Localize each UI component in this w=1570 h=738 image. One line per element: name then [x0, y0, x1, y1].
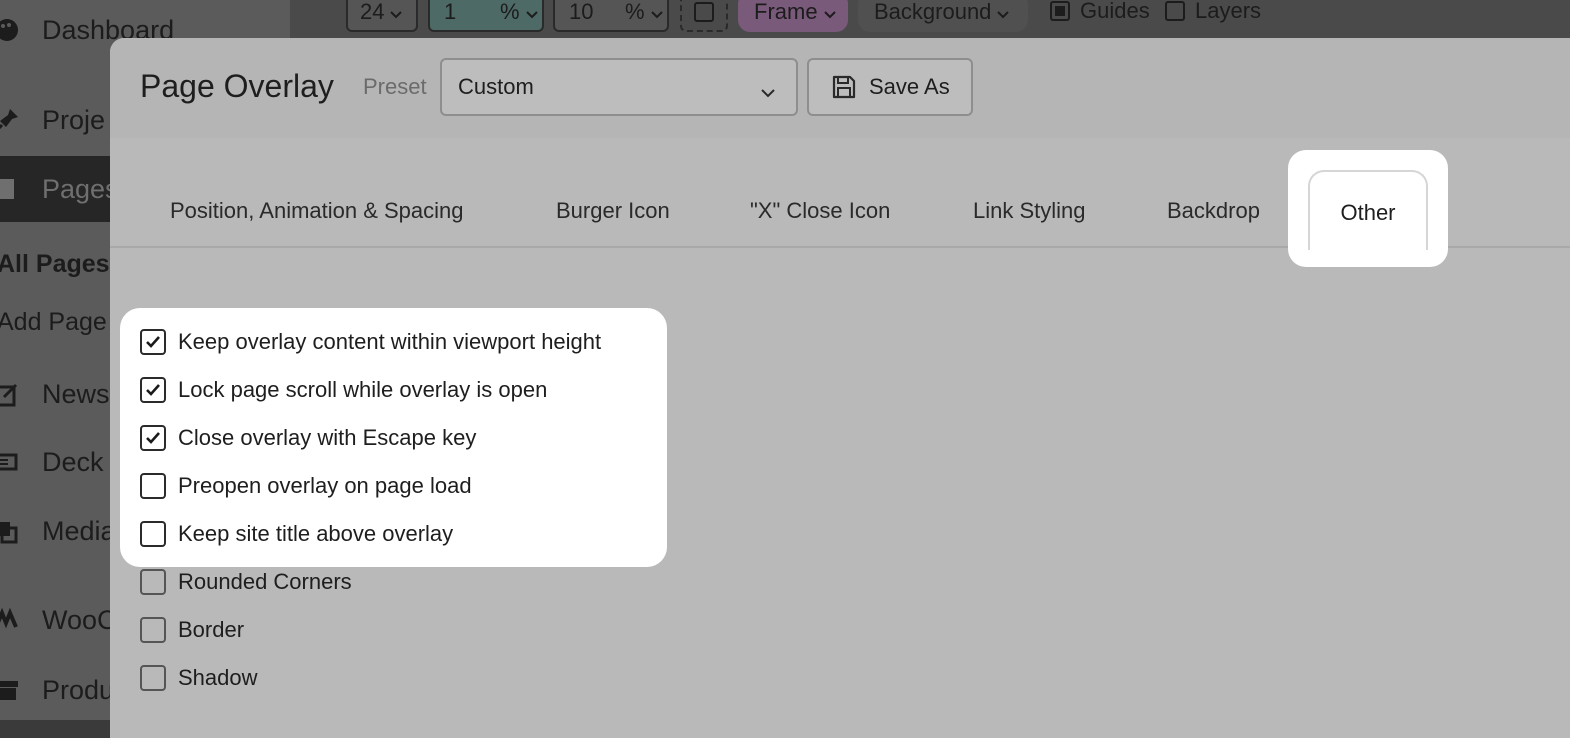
tab-bar: Position, Animation & Spacing Burger Ico…: [110, 138, 1570, 267]
preset-value: Custom: [458, 74, 534, 99]
chevron-down-icon: [760, 78, 776, 104]
archive-icon: [0, 675, 22, 705]
tab-link-styling[interactable]: Link Styling: [973, 198, 1086, 224]
value-input-2[interactable]: 10 %: [553, 0, 669, 32]
tab-other[interactable]: Other: [1308, 170, 1428, 250]
option-lock-scroll[interactable]: Lock page scroll while overlay is open: [140, 376, 547, 404]
save-icon: [831, 74, 857, 100]
background-label: Background: [874, 0, 992, 24]
chevron-down-icon: [997, 0, 1010, 25]
modal-title: Page Overlay: [140, 68, 334, 104]
option-label: Rounded Corners: [178, 569, 352, 594]
frame-label: Frame: [754, 0, 818, 24]
checkbox-icon: [1165, 1, 1185, 21]
size-select[interactable]: 24: [346, 0, 418, 32]
chevron-down-icon: [390, 0, 403, 25]
option-label: Lock page scroll while overlay is open: [178, 377, 548, 402]
option-rounded-corners[interactable]: Rounded Corners: [140, 568, 352, 596]
pin-icon: [0, 105, 22, 135]
checkbox-checked-icon[interactable]: [140, 329, 166, 355]
tab-backdrop[interactable]: Backdrop: [1167, 198, 1260, 224]
option-label: Border: [178, 617, 245, 642]
option-close-escape[interactable]: Close overlay with Escape key: [140, 424, 476, 452]
checkbox-icon[interactable]: [140, 521, 166, 547]
option-label: Preopen overlay on page load: [178, 473, 472, 498]
sidebar-item-label: WooC: [42, 604, 117, 635]
modal-header: Page Overlay Preset Custom Save As: [110, 38, 1570, 138]
option-label: Keep site title above overlay: [178, 521, 454, 546]
value-2: 10: [569, 0, 594, 24]
chevron-down-icon: [823, 0, 836, 25]
preset-select[interactable]: Custom: [440, 58, 798, 116]
value-1: 1: [444, 0, 457, 24]
option-border[interactable]: Border: [140, 616, 244, 644]
size-value: 24: [360, 0, 385, 24]
save-as-button[interactable]: Save As: [807, 58, 973, 116]
unit-1: %: [500, 0, 520, 24]
option-keep-within-viewport[interactable]: Keep overlay content within viewport hei…: [140, 328, 601, 356]
frame-select[interactable]: Frame: [738, 0, 848, 32]
media-icon: [0, 516, 22, 546]
sidebar-item-label: Pages: [42, 173, 119, 204]
option-label: Shadow: [178, 665, 258, 690]
checkbox-checked-icon[interactable]: [140, 377, 166, 403]
background-select[interactable]: Background: [858, 0, 1028, 32]
option-shadow[interactable]: Shadow: [140, 664, 258, 692]
checkbox-icon[interactable]: [140, 665, 166, 691]
checkbox-checked-icon[interactable]: [140, 425, 166, 451]
layers-toggle[interactable]: Layers: [1165, 0, 1262, 23]
palette-icon: [0, 15, 22, 45]
checkbox-icon[interactable]: [140, 473, 166, 499]
sidebar-item-label: Produ: [42, 674, 115, 705]
checkbox-checked-icon: [1050, 1, 1070, 21]
sidebar-subitem-all-pages[interactable]: All Pages: [0, 250, 110, 279]
sidebar-item-label: Media: [42, 515, 116, 546]
pages-icon: [0, 174, 22, 204]
edit-icon: [0, 379, 22, 409]
tab-position-animation-spacing[interactable]: Position, Animation & Spacing: [170, 198, 464, 224]
sidebar-item-label: Proje: [42, 104, 106, 135]
checkbox-icon[interactable]: [140, 569, 166, 595]
guides-toggle[interactable]: Guides: [1050, 0, 1150, 23]
tab-burger-icon[interactable]: Burger Icon: [556, 198, 670, 224]
value-input-1[interactable]: 1 %: [428, 0, 544, 32]
option-label: Keep overlay content within viewport hei…: [178, 329, 602, 354]
link-toggle[interactable]: [680, 0, 728, 32]
woo-icon: [0, 605, 22, 635]
option-site-title-above[interactable]: Keep site title above overlay: [140, 520, 453, 548]
chevron-down-icon: [650, 0, 663, 25]
preset-label: Preset: [363, 74, 427, 99]
sidebar-item-label: Deck: [42, 446, 104, 477]
editor-toolbar: 24 1 % 10 % Frame Background Guides Laye…: [290, 0, 1570, 38]
checkbox-icon: [694, 2, 714, 22]
option-label: Close overlay with Escape key: [178, 425, 477, 450]
page-overlay-modal: Page Overlay Preset Custom Save As Posit…: [110, 38, 1570, 738]
chevron-down-icon: [525, 0, 538, 25]
sidebar-subitem-add-page[interactable]: Add Page: [0, 308, 107, 337]
layers-label: Layers: [1195, 0, 1262, 23]
guides-label: Guides: [1080, 0, 1150, 23]
sidebar-item-label: News: [42, 378, 110, 409]
save-as-label: Save As: [869, 74, 950, 99]
option-preopen[interactable]: Preopen overlay on page load: [140, 472, 472, 500]
tab-close-icon[interactable]: "X" Close Icon: [750, 198, 890, 224]
deck-icon: [0, 447, 22, 477]
unit-2: %: [625, 0, 645, 24]
checkbox-icon[interactable]: [140, 617, 166, 643]
